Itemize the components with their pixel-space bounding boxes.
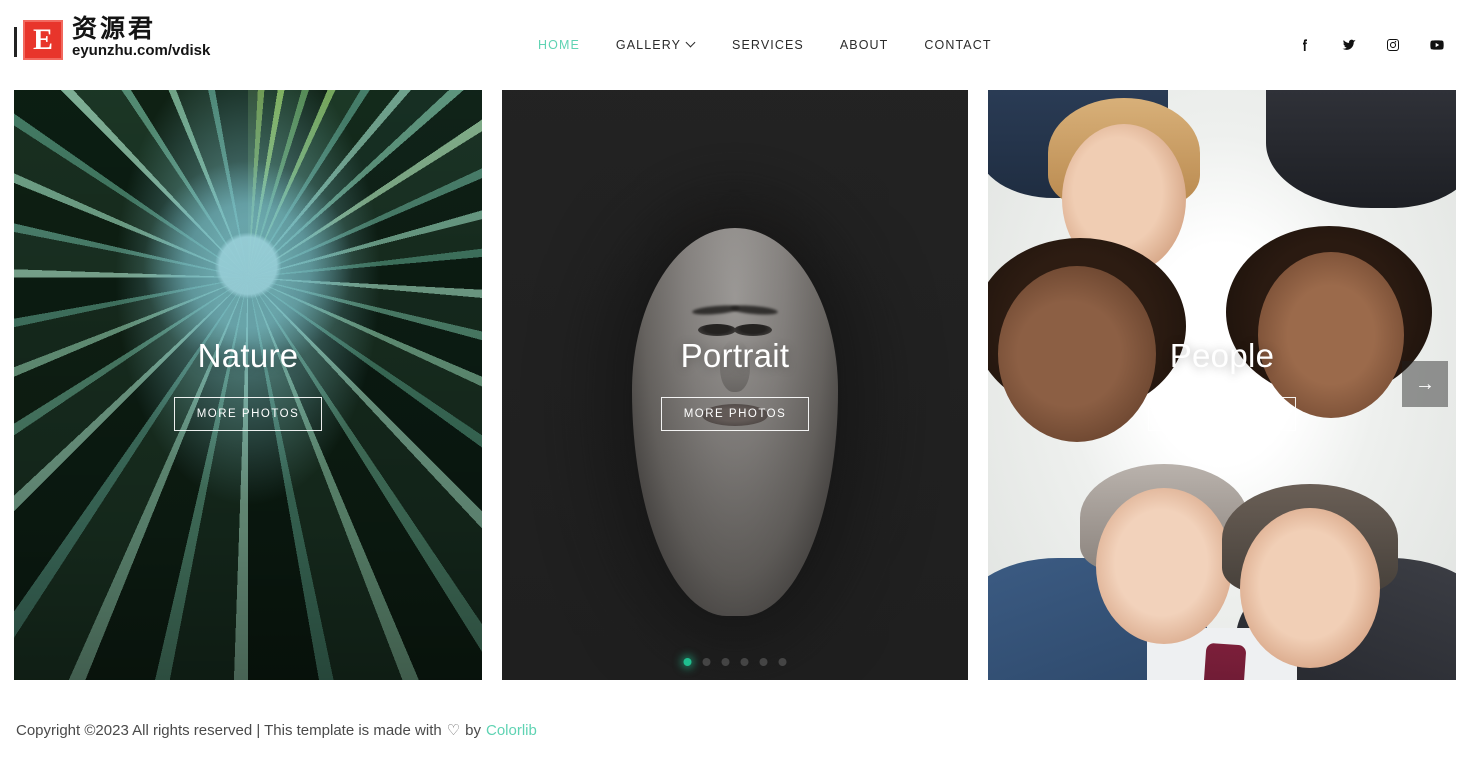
brand-accent-bar bbox=[14, 27, 17, 57]
slide-people-title: People bbox=[1169, 337, 1275, 374]
slide-portrait-more-photos-button[interactable]: MORE PHOTOS bbox=[660, 397, 810, 431]
slider-dot-5[interactable] bbox=[759, 658, 768, 666]
nav-item-home[interactable]: HOME bbox=[520, 38, 598, 52]
slide-nature-title: Nature bbox=[197, 337, 299, 374]
social-links bbox=[1296, 0, 1446, 90]
slide-people-content: People MORE PHOTOS bbox=[988, 88, 1456, 680]
heart-icon: ♡ bbox=[446, 722, 461, 739]
brand-text: 资源君 eyunzhu.com/vdisk bbox=[72, 14, 211, 60]
nav-item-about-label: ABOUT bbox=[839, 38, 889, 52]
brand-mark-icon: E bbox=[23, 20, 63, 60]
brand-url: eyunzhu.com/vdisk bbox=[72, 42, 211, 60]
brand-mark-letter: E bbox=[32, 23, 53, 56]
slide-nature-content: Nature MORE PHOTOS bbox=[14, 88, 482, 680]
site-header: E 资源君 eyunzhu.com/vdisk HOME GALLERY SER… bbox=[0, 0, 1470, 90]
copyright-prefix: Copyright ©2023 All rights reserved | Th… bbox=[16, 721, 442, 739]
brand-name-cn: 资源君 bbox=[72, 14, 157, 44]
site-footer: Copyright ©2023 All rights reserved | Th… bbox=[0, 680, 1470, 780]
nav-item-about[interactable]: ABOUT bbox=[822, 38, 907, 52]
slider-next-arrow-icon[interactable]: → bbox=[1402, 361, 1448, 407]
nav-item-gallery-label: GALLERY bbox=[615, 38, 682, 52]
nav-item-contact[interactable]: CONTACT bbox=[906, 38, 1009, 52]
slider-dot-6[interactable] bbox=[778, 658, 787, 666]
hero-slider: Nature MORE PHOTOS Portrait MORE PHOTOS bbox=[0, 88, 1470, 680]
slide-people-more-photos-button[interactable]: MORE PHOTOS bbox=[1147, 397, 1297, 431]
slide-nature-more-photos-button[interactable]: MORE PHOTOS bbox=[173, 397, 323, 431]
slide-portrait[interactable]: Portrait MORE PHOTOS bbox=[502, 88, 968, 680]
nav-item-services[interactable]: SERVICES bbox=[714, 38, 822, 52]
instagram-icon[interactable] bbox=[1384, 36, 1402, 54]
slider-dots bbox=[683, 658, 787, 666]
chevron-down-icon bbox=[687, 39, 696, 48]
slider-dot-1[interactable] bbox=[683, 658, 692, 666]
nav-item-gallery[interactable]: GALLERY bbox=[598, 38, 714, 52]
colorlib-link[interactable]: Colorlib bbox=[486, 722, 537, 739]
slide-portrait-title: Portrait bbox=[680, 337, 790, 374]
slider-dot-3[interactable] bbox=[721, 658, 730, 666]
nav-item-services-label: SERVICES bbox=[732, 38, 804, 52]
slide-people[interactable]: People MORE PHOTOS bbox=[988, 88, 1456, 680]
nav-item-contact-label: CONTACT bbox=[924, 38, 992, 52]
copyright-text: Copyright ©2023 All rights reserved | Th… bbox=[16, 721, 537, 740]
slide-nature[interactable]: Nature MORE PHOTOS bbox=[14, 88, 482, 680]
main-navigation: HOME GALLERY SERVICES ABOUT CONTACT bbox=[520, 0, 1010, 90]
twitter-icon[interactable] bbox=[1340, 36, 1358, 54]
nav-item-home-label: HOME bbox=[538, 38, 580, 52]
slide-portrait-content: Portrait MORE PHOTOS bbox=[502, 88, 968, 680]
slider-dot-2[interactable] bbox=[702, 658, 711, 666]
facebook-icon[interactable] bbox=[1296, 36, 1314, 54]
slider-dot-4[interactable] bbox=[740, 658, 749, 666]
copyright-by: by bbox=[465, 721, 481, 739]
brand-logo[interactable]: E 资源君 eyunzhu.com/vdisk bbox=[14, 14, 211, 60]
youtube-icon[interactable] bbox=[1428, 36, 1446, 54]
